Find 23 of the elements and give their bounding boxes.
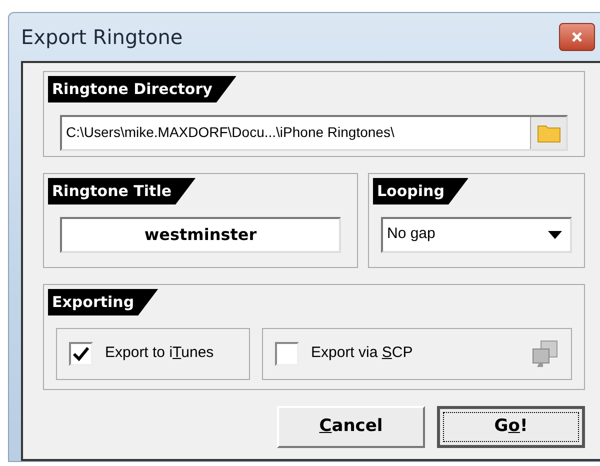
close-button[interactable] [559, 23, 595, 51]
cancel-button[interactable]: Cancel [277, 406, 425, 448]
check-icon [73, 346, 89, 360]
go-button[interactable]: Go! [437, 406, 585, 448]
checkbox-option[interactable]: Export to iTunes [56, 328, 250, 380]
checkbox[interactable] [69, 342, 93, 366]
group-heading: Ringtone Title [48, 178, 196, 204]
checkbox[interactable] [275, 342, 299, 366]
looping-dropdown[interactable]: No gap [381, 216, 572, 252]
dropdown-arrow-icon [548, 230, 562, 238]
window-title: Export Ringtone [21, 24, 183, 51]
folder-icon [536, 122, 560, 142]
checkbox-option[interactable]: Export via SCP [262, 328, 572, 380]
browse-button[interactable] [530, 116, 566, 148]
directory-field[interactable]: C:\Users\mike.MAXDORF\Docu...\iPhone Ringtones\ [60, 114, 568, 150]
group-heading: Looping [373, 178, 468, 204]
close-icon [571, 31, 583, 43]
monitor-icon[interactable] [531, 338, 559, 368]
title-field[interactable]: westminster [60, 216, 341, 252]
checkbox-label: Export via SCP [311, 343, 414, 364]
group-heading: Exporting [48, 289, 158, 316]
group-heading: Ringtone Directory [48, 76, 236, 102]
checkbox-label: Export to iTunes [105, 343, 215, 364]
